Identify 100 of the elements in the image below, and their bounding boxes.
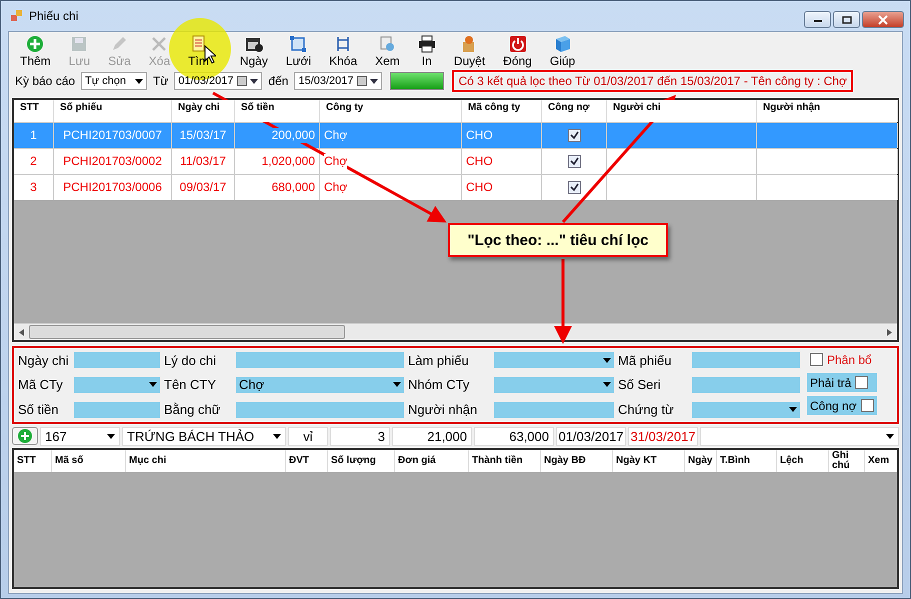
toolbar-button[interactable]: Ngày — [230, 35, 277, 68]
column-header[interactable]: ĐVT — [286, 450, 328, 472]
filter-result-message: Có 3 kết quả lọc theo Từ 01/03/2017 đến 15/03/2017 - Tên công ty : Chợ — [452, 70, 853, 92]
field-label: Mã phiếu — [618, 352, 672, 368]
pencil-icon — [110, 35, 128, 53]
field-label: Lý do chi — [164, 352, 218, 368]
column-header[interactable]: Thành tiền — [469, 450, 541, 472]
field-label: Người nhận — [408, 402, 478, 418]
progress-bar — [390, 72, 444, 90]
dropdown-field[interactable]: 167 — [40, 426, 120, 446]
checkbox[interactable]: Công nợ — [807, 396, 877, 415]
dropdown-field[interactable]: Chợ — [235, 376, 405, 394]
calendar-icon — [244, 35, 263, 53]
toolbar-button[interactable]: Lưới — [276, 35, 320, 68]
table-cell: Chợ — [324, 128, 348, 143]
column-header[interactable]: Lệch — [777, 450, 829, 472]
input-field[interactable] — [73, 400, 161, 419]
table-row[interactable]: 2 PCHI201703/0002 11/03/17 1,020,000 Chợ CHO — [14, 148, 897, 174]
plus-icon — [26, 35, 44, 53]
input-field[interactable] — [235, 351, 405, 370]
field-label: Bằng chữ — [164, 402, 222, 418]
callout-label: "Lọc theo: ..." tiêu chí lọc — [448, 223, 668, 257]
period-dropdown[interactable]: Tự chọn — [81, 72, 148, 90]
entry-cell[interactable]: 01/03/2017 — [556, 426, 626, 446]
caret-icon — [273, 434, 281, 438]
column-header[interactable]: Ngày KT — [613, 450, 685, 472]
field-label: Làm phiếu — [408, 352, 470, 368]
checkbox[interactable] — [568, 129, 580, 142]
dropdown-field[interactable] — [691, 400, 801, 419]
column-header[interactable]: Ngày BĐ — [541, 450, 613, 472]
horizontal-scrollbar[interactable] — [14, 323, 897, 340]
input-field[interactable] — [73, 351, 161, 370]
dropdown-field[interactable] — [493, 376, 615, 394]
app-icon — [11, 10, 23, 22]
frame-icon — [289, 35, 308, 53]
dropdown-field[interactable] — [493, 351, 615, 370]
caret-icon — [135, 78, 144, 84]
entry-cell[interactable]: 3 — [330, 426, 390, 446]
toolbar-button[interactable]: In — [408, 35, 445, 68]
dropdown-field[interactable] — [73, 376, 161, 394]
caret-icon — [250, 78, 258, 84]
column-header[interactable]: Ghi chú — [829, 450, 865, 472]
field-label: Nhóm CTy — [408, 377, 470, 392]
field-label: Ngày chi — [18, 352, 70, 368]
checkmark-icon — [570, 183, 578, 192]
toolbar-button[interactable]: Xem — [366, 35, 409, 68]
dropdown-field[interactable] — [700, 426, 899, 446]
column-header[interactable]: Mục chi — [126, 450, 286, 472]
column-header[interactable]: Số tiền — [235, 100, 320, 122]
column-header[interactable]: Mã số — [52, 450, 126, 472]
add-row-button[interactable] — [12, 427, 38, 445]
help-icon — [554, 35, 572, 53]
preview-icon — [378, 35, 396, 53]
input-field[interactable] — [691, 376, 801, 394]
table-row[interactable]: 3 PCHI201703/0006 09/03/17 680,000 Chợ CHO — [14, 174, 897, 200]
checkbox[interactable]: Phải trả — [807, 373, 877, 392]
input-field[interactable] — [493, 400, 615, 419]
toolbar-button[interactable]: Đóng — [494, 35, 541, 68]
checkmark-icon — [570, 157, 578, 166]
caret-icon — [603, 382, 611, 388]
checkbox[interactable] — [568, 155, 580, 168]
caret-icon — [603, 358, 611, 363]
caret-icon — [393, 382, 401, 388]
input-field[interactable] — [235, 400, 405, 419]
printer-icon — [418, 35, 436, 53]
dropdown-field[interactable]: TRỨNG BÁCH THẢO — [122, 426, 286, 446]
field-label: Chứng từ — [618, 402, 675, 418]
maximize-icon — [842, 16, 852, 24]
maximize-button[interactable] — [833, 11, 860, 28]
toolbar-button[interactable]: Giúp — [540, 35, 584, 68]
entry-cell[interactable]: vỉ — [288, 426, 328, 446]
power-icon — [508, 35, 527, 53]
entry-cell[interactable]: 21,000 — [392, 426, 472, 446]
table-cell: 1,020,000 — [262, 154, 315, 169]
checkmark-icon — [570, 131, 578, 140]
toolbar-button[interactable]: Thêm — [11, 35, 60, 68]
column-header[interactable]: Xem — [865, 450, 897, 472]
entry-cell[interactable]: 31/03/2017 — [628, 426, 698, 446]
checkbox[interactable] — [568, 181, 580, 194]
checkbox[interactable]: Phân bổ — [807, 350, 877, 369]
close-button[interactable] — [862, 11, 904, 28]
input-field[interactable] — [691, 351, 801, 370]
column-header[interactable]: Ngày — [685, 450, 717, 472]
toolbar-button[interactable]: Duyệt — [444, 35, 494, 68]
close-icon — [878, 14, 888, 24]
period-label: Kỳ báo cáo — [15, 74, 76, 88]
minimize-button[interactable] — [804, 11, 831, 28]
to-date-picker[interactable]: 15/03/2017 — [294, 72, 382, 90]
left-arrow-icon — [19, 328, 24, 336]
column-header[interactable]: STT — [14, 450, 52, 472]
column-header[interactable]: T.Bình — [717, 450, 777, 472]
toolbar-button[interactable]: Khóa — [320, 35, 366, 68]
column-header[interactable]: Đơn giá — [395, 450, 469, 472]
column-header[interactable]: Số lượng — [328, 450, 395, 472]
from-label: Từ — [153, 74, 168, 88]
entry-cell[interactable]: 63,000 — [474, 426, 554, 446]
field-label: Số tiền — [18, 402, 60, 418]
table-cell: Chợ — [324, 180, 348, 195]
field-label: Số Seri — [618, 377, 662, 392]
window-title: Phiếu chi — [29, 9, 78, 23]
